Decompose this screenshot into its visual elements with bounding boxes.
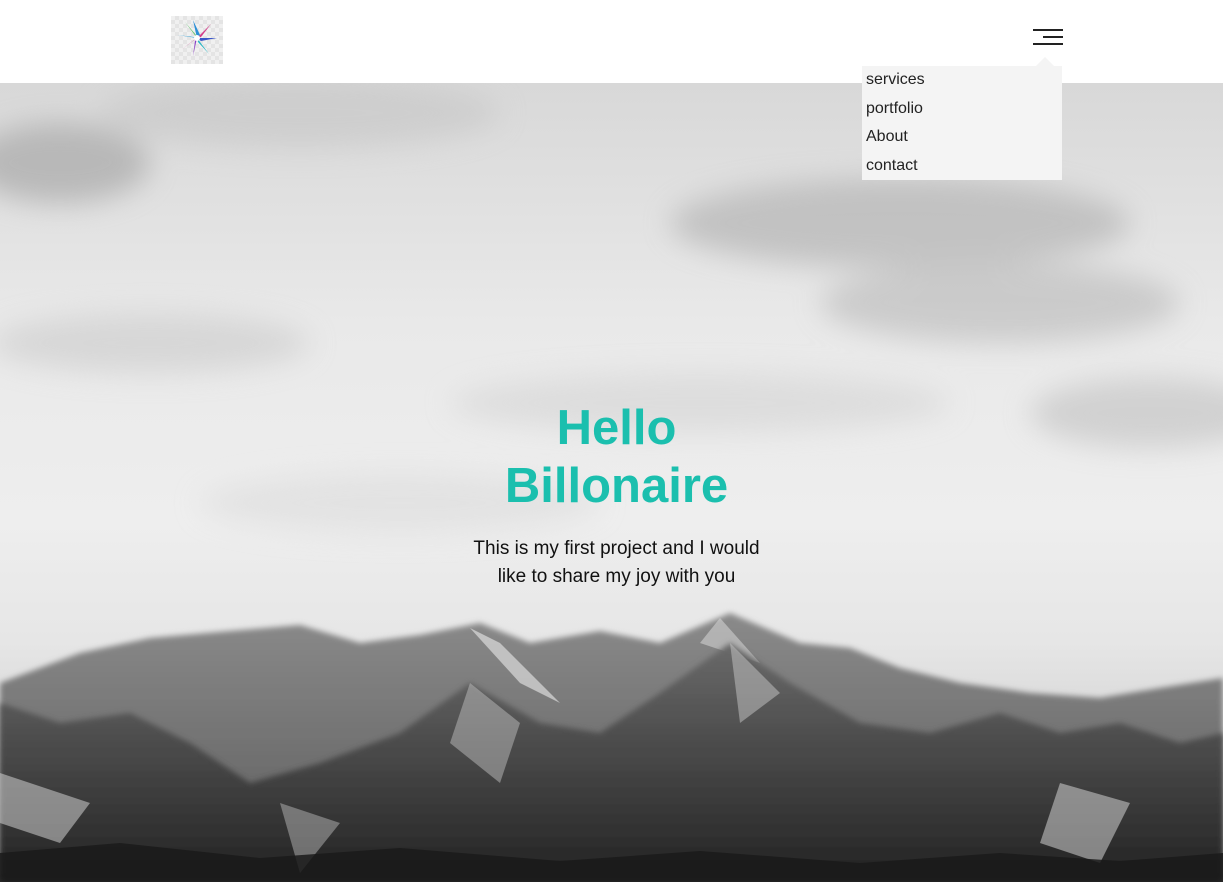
hero-title-line2: Billonaire — [504, 459, 729, 513]
hero-section: Hello Billonaire This is my first projec… — [0, 83, 1223, 882]
hamburger-menu-icon[interactable] — [1031, 26, 1063, 50]
nav-item-services[interactable]: services — [866, 69, 1062, 98]
hero-subtitle: This is my first project and I would lik… — [0, 535, 1223, 591]
menu-bar — [1033, 29, 1063, 31]
logo-icon[interactable] — [171, 16, 223, 64]
nav-list: services portfolio About contact — [862, 66, 1062, 183]
nav-item-contact[interactable]: contact — [866, 155, 1062, 184]
hero-title-line1: Hello — [556, 401, 677, 455]
nav-dropdown: services portfolio About contact — [862, 57, 1062, 183]
hero-subtitle-line1: This is my first project and I would — [473, 538, 760, 559]
menu-bar — [1033, 43, 1063, 45]
page: services portfolio About contact Hello B… — [0, 0, 1223, 882]
nav-item-portfolio[interactable]: portfolio — [866, 98, 1062, 127]
menu-bar — [1043, 36, 1063, 38]
hero-subtitle-line2: like to share my joy with you — [497, 566, 736, 587]
nav-item-about[interactable]: About — [866, 126, 1062, 155]
hero-title: Hello Billonaire — [0, 399, 1223, 515]
